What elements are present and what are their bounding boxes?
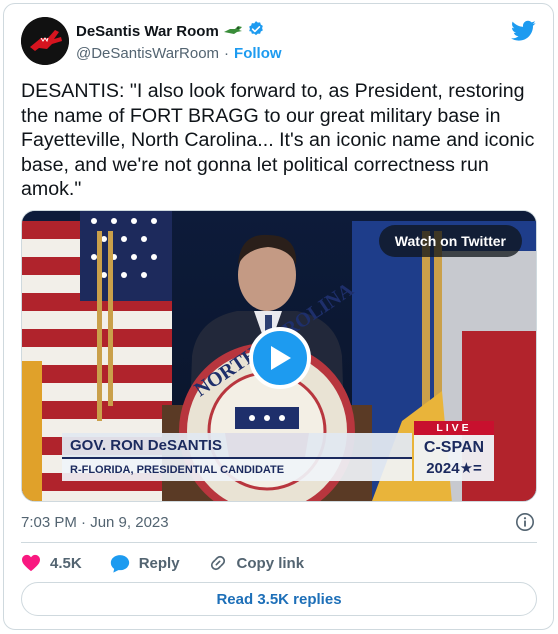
link-icon: [210, 555, 225, 571]
like-button[interactable]: 4.5K: [21, 554, 82, 572]
play-button[interactable]: [249, 327, 311, 389]
watch-on-twitter-button[interactable]: Watch on Twitter: [378, 225, 522, 257]
verified-badge-icon: [247, 20, 265, 43]
reply-button[interactable]: Reply: [110, 554, 180, 573]
reply-label: Reply: [138, 554, 180, 572]
action-bar: 4.5K Reply Copy link: [21, 552, 332, 574]
copy-link-label: Copy link: [236, 554, 305, 572]
twitter-bird-icon[interactable]: [511, 20, 536, 42]
read-replies-button[interactable]: Read 3.5K replies: [21, 582, 537, 616]
lower-third-graphic: GOV. RON DeSANTIS R-FLORIDA, PRESIDENTIA…: [62, 421, 494, 481]
play-icon: [271, 346, 291, 370]
tweet-text: DESANTIS: "I also look forward to, as Pr…: [21, 80, 535, 200]
network-year: 2024★=: [426, 460, 482, 477]
reply-bubble-icon: [110, 554, 129, 573]
network-name: C-SPAN: [423, 439, 485, 456]
live-badge: LIVE: [414, 421, 494, 435]
alligator-icon: [223, 23, 243, 41]
lower-third-name: GOV. RON DeSANTIS: [62, 433, 412, 459]
lower-third-subtitle: R-FLORIDA, PRESIDENTIAL CANDIDATE: [62, 459, 412, 481]
divider: [21, 542, 537, 543]
follow-button[interactable]: Follow: [234, 45, 282, 62]
like-count: 4.5K: [50, 554, 82, 572]
author-name[interactable]: DeSantis War Room: [76, 23, 219, 40]
tweet-timestamp[interactable]: 7:03 PM · Jun 9, 2023: [21, 514, 169, 531]
alligator-logo-icon: [21, 17, 69, 65]
separator-dot: ·: [224, 45, 230, 62]
tweet-card: DeSantis War Room @DeSantisWarRoom · Fol…: [3, 3, 554, 630]
info-icon[interactable]: [515, 512, 535, 532]
cspan-logo: LIVE C-SPAN 2024★=: [412, 421, 494, 481]
author-handle[interactable]: @DeSantisWarRoom: [76, 45, 219, 62]
video-player[interactable]: NORTH CAROLINA Watch on Twitter GOV. RON…: [21, 210, 537, 502]
heart-icon: [22, 554, 40, 572]
avatar[interactable]: [21, 17, 69, 65]
copy-link-button[interactable]: Copy link: [208, 553, 305, 573]
